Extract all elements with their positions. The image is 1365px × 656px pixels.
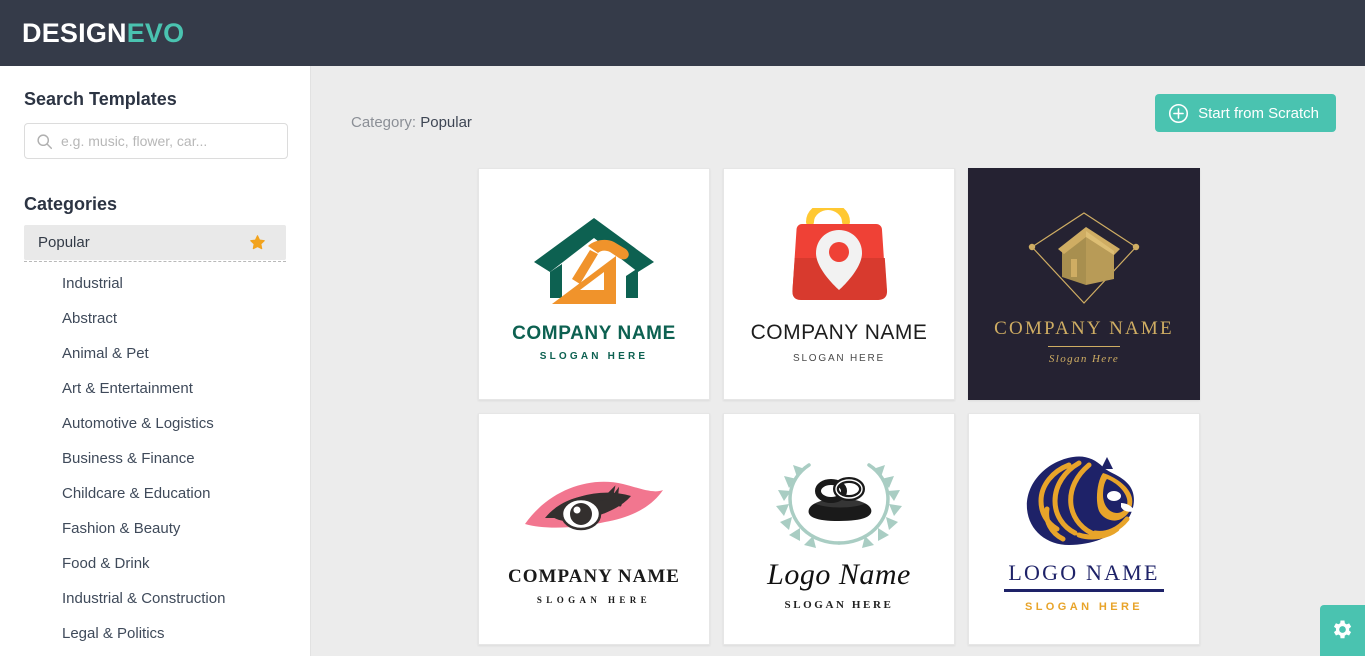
star-icon: [249, 234, 266, 251]
category-label: Popular: [38, 234, 90, 251]
template-card[interactable]: COMPANY NAME Slogan Here: [968, 168, 1200, 400]
sidebar-item-popular[interactable]: Popular: [24, 225, 286, 260]
house-hammer-icon: [530, 206, 658, 318]
template-card[interactable]: LOGO NAME SLOGAN HERE: [968, 413, 1200, 645]
category-label: Industrial: [62, 275, 123, 292]
template-grid: COMPANY NAME SLOGAN HERE COMPANY NAME SL…: [478, 168, 1218, 645]
category-label: Industrial & Construction: [62, 590, 226, 607]
template-logo-slogan: SLOGAN HERE: [792, 353, 886, 365]
content-area: Category: Popular Start from Scratch COM…: [311, 66, 1365, 656]
sidebar: Search Templates Categories Popular: [0, 66, 311, 656]
template-card[interactable]: COMPANY NAME SLOGAN HERE: [478, 413, 710, 645]
template-logo-name: Logo Name: [767, 558, 911, 592]
search-icon: [36, 133, 53, 150]
settings-button[interactable]: [1320, 605, 1365, 656]
sidebar-item-childcare-education[interactable]: Childcare & Education: [24, 476, 286, 511]
plus-circle-icon: [1168, 103, 1189, 124]
start-from-scratch-button[interactable]: Start from Scratch: [1155, 94, 1336, 132]
shopping-bag-pin-icon: [780, 204, 898, 316]
sidebar-item-legal-politics[interactable]: Legal & Politics: [24, 616, 286, 651]
category-label: Animal & Pet: [62, 345, 149, 362]
gear-icon: [1330, 617, 1355, 645]
categories-heading: Categories: [24, 194, 118, 214]
start-from-scratch-label: Start from Scratch: [1198, 104, 1319, 122]
sidebar-item-art-entertainment[interactable]: Art & Entertainment: [24, 371, 286, 406]
sidebar-item-industrial[interactable]: Industrial: [24, 266, 286, 301]
search-box[interactable]: [24, 123, 288, 159]
divider-rule: [1004, 588, 1164, 592]
category-label: Abstract: [62, 310, 118, 327]
template-card[interactable]: COMPANY NAME SLOGAN HERE: [478, 168, 710, 400]
sidebar-item-food-drink[interactable]: Food & Drink: [24, 546, 286, 581]
category-label: Business & Finance: [62, 450, 195, 467]
template-card[interactable]: COMPANY NAME SLOGAN HERE: [723, 168, 955, 400]
sidebar-item-fashion-beauty[interactable]: Fashion & Beauty: [24, 511, 286, 546]
template-logo-slogan: SLOGAN HERE: [1024, 600, 1144, 613]
template-logo-slogan: SLOGAN HERE: [536, 595, 652, 606]
wedding-rings-wreath-icon: [769, 447, 909, 559]
gold-house-diamond-icon: [1024, 203, 1144, 315]
template-logo-name: COMPANY NAME: [512, 322, 676, 344]
breadcrumb-label: Category:: [351, 114, 417, 131]
lion-head-icon: [1017, 445, 1151, 557]
template-card[interactable]: Logo Name SLOGAN HERE: [723, 413, 955, 645]
sidebar-item-animal-pet[interactable]: Animal & Pet: [24, 336, 286, 371]
category-list: Popular Industrial Abstract Animal & Pet…: [0, 225, 310, 651]
app-root: DESIGNEVO Search Templates Categories Po…: [0, 0, 1365, 656]
category-label: Food & Drink: [62, 555, 150, 572]
category-label: Automotive & Logistics: [62, 415, 214, 432]
breadcrumb: Category: Popular: [351, 114, 472, 131]
template-logo-slogan: SLOGAN HERE: [784, 598, 894, 611]
category-divider: [24, 261, 286, 262]
brand-text-evo: EVO: [126, 17, 185, 48]
category-label: Fashion & Beauty: [62, 520, 181, 537]
template-logo-name: LOGO NAME: [1008, 560, 1160, 586]
breadcrumb-value: Popular: [420, 114, 472, 131]
app-logo[interactable]: DESIGNEVO: [22, 17, 185, 48]
category-label: Art & Entertainment: [62, 380, 193, 397]
sidebar-item-industrial-construction[interactable]: Industrial & Construction: [24, 581, 286, 616]
category-label: Childcare & Education: [62, 485, 211, 502]
template-logo-slogan: Slogan Here: [1048, 353, 1120, 366]
sidebar-item-abstract[interactable]: Abstract: [24, 301, 286, 336]
sidebar-item-automotive-logistics[interactable]: Automotive & Logistics: [24, 406, 286, 441]
brand-text-design: DESIGN: [22, 17, 127, 48]
template-logo-name: COMPANY NAME: [994, 317, 1174, 339]
eye-makeup-icon: [519, 453, 669, 565]
top-navbar: DESIGNEVO: [0, 0, 1365, 66]
template-logo-name: COMPANY NAME: [750, 320, 928, 344]
category-label: Legal & Politics: [62, 625, 165, 642]
template-logo-name: COMPANY NAME: [508, 565, 680, 587]
template-logo-slogan: SLOGAN HERE: [539, 351, 649, 363]
divider-rule: [1048, 345, 1120, 348]
sidebar-item-business-finance[interactable]: Business & Finance: [24, 441, 286, 476]
search-input[interactable]: [61, 133, 271, 149]
search-templates-heading: Search Templates: [24, 89, 177, 109]
